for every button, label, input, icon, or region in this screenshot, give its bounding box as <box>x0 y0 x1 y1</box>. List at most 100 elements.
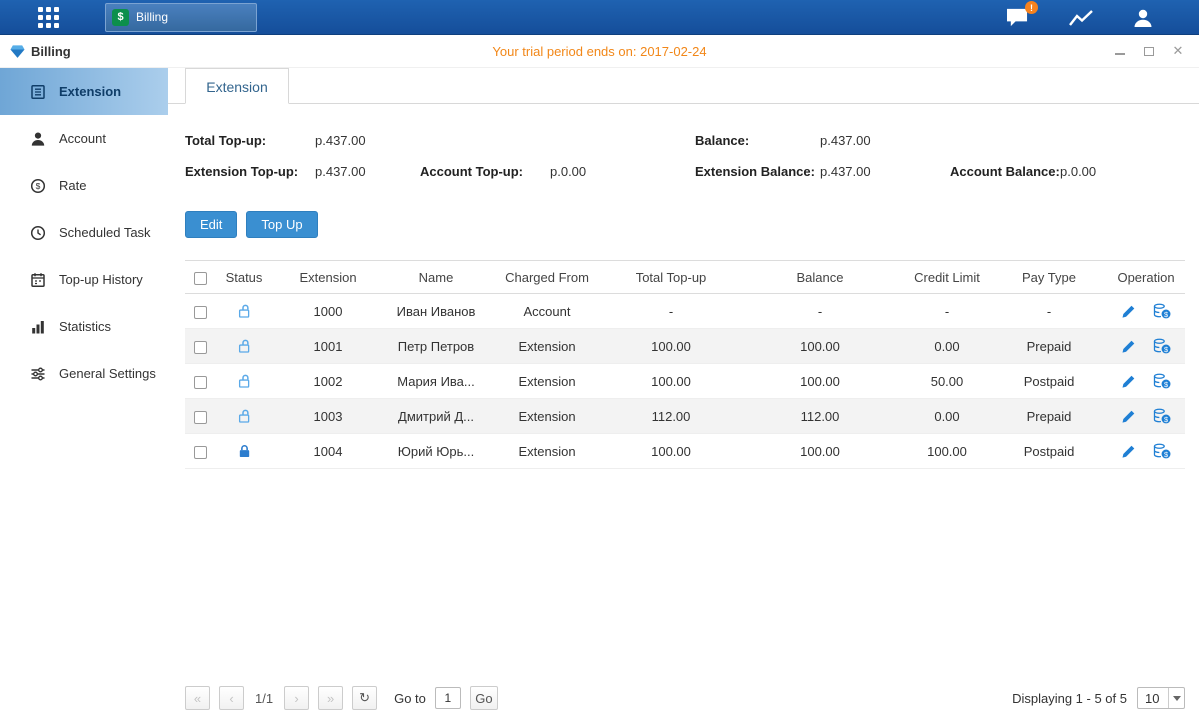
column-header-charged-from: Charged From <box>489 261 605 294</box>
balance-value: p.437.00 <box>820 133 871 148</box>
refresh-icon[interactable]: ↻ <box>352 686 377 710</box>
pay-type-cell: - <box>991 294 1107 329</box>
dollar-icon: $ <box>112 9 129 26</box>
sidebar-item-scheduled-task[interactable]: Scheduled Task <box>0 209 168 256</box>
topup-icon[interactable]: $ <box>1153 373 1171 389</box>
charged-from-cell: Account <box>489 294 605 329</box>
page-size-select[interactable]: 10 <box>1137 687 1185 709</box>
extension-topup-label: Extension Top-up: <box>185 164 315 179</box>
goto-label: Go to <box>394 691 426 706</box>
select-all-checkbox[interactable] <box>194 272 207 285</box>
extension-topup-value: p.437.00 <box>315 164 366 179</box>
goto-page-input[interactable] <box>435 687 461 709</box>
account-topup-value: p.0.00 <box>550 164 586 179</box>
top-up-button[interactable]: Top Up <box>246 211 317 238</box>
lock-open-icon <box>237 303 252 319</box>
name-cell: Иван Иванов <box>383 294 489 329</box>
pay-type-cell: Postpaid <box>991 364 1107 399</box>
credit-limit-cell: 100.00 <box>903 434 991 469</box>
charged-from-cell: Extension <box>489 434 605 469</box>
minimize-button[interactable] <box>1113 44 1127 58</box>
clock-icon <box>30 225 46 241</box>
sidebar-item-topup-history[interactable]: Top-up History <box>0 256 168 303</box>
row-select-checkbox[interactable] <box>194 306 207 319</box>
go-button[interactable]: Go <box>470 686 498 710</box>
extension-icon <box>30 84 46 100</box>
charged-from-cell: Extension <box>489 364 605 399</box>
action-buttons: Edit Top Up <box>168 187 1199 238</box>
edit-icon[interactable] <box>1121 409 1136 424</box>
edit-icon[interactable] <box>1121 374 1136 389</box>
sidebar-item-label: Top-up History <box>59 272 143 287</box>
account-icon <box>30 131 46 147</box>
last-page-button[interactable]: » <box>318 686 343 710</box>
sidebar-item-label: Extension <box>59 84 121 99</box>
next-page-button[interactable]: › <box>284 686 309 710</box>
sidebar-item-statistics[interactable]: Statistics <box>0 303 168 350</box>
extension-balance-label: Extension Balance: <box>695 164 820 179</box>
close-icon[interactable]: ✕ <box>1171 44 1185 58</box>
topup-icon[interactable]: $ <box>1153 408 1171 424</box>
chat-icon[interactable]: ! <box>1005 7 1030 28</box>
extension-cell: 1000 <box>273 294 383 329</box>
pay-type-cell: Prepaid <box>991 399 1107 434</box>
svg-text:$: $ <box>36 181 41 191</box>
topup-icon[interactable]: $ <box>1153 338 1171 354</box>
chevron-down-icon <box>1168 688 1184 708</box>
first-page-button[interactable]: « <box>185 686 210 710</box>
row-select-checkbox[interactable] <box>194 341 207 354</box>
edit-icon[interactable] <box>1121 339 1136 354</box>
page-size-value: 10 <box>1138 691 1168 706</box>
topup-icon[interactable]: $ <box>1153 443 1171 459</box>
total-topup-label: Total Top-up: <box>185 133 315 148</box>
edit-icon[interactable] <box>1121 304 1136 319</box>
sidebar-item-general-settings[interactable]: General Settings <box>0 350 168 397</box>
sliders-icon <box>30 366 46 382</box>
credit-limit-cell: - <box>903 294 991 329</box>
sidebar-item-extension[interactable]: Extension <box>0 68 168 115</box>
pagination-bar: « ‹ 1/1 › » ↻ Go to Go Displaying 1 - 5 … <box>185 683 1185 713</box>
table-row: 1002 Мария Ива... Extension 100.00 100.0… <box>185 364 1185 399</box>
displaying-text: Displaying 1 - 5 of 5 <box>1012 691 1127 706</box>
balance-cell: 100.00 <box>737 329 903 364</box>
maximize-button[interactable] <box>1142 44 1156 58</box>
row-select-checkbox[interactable] <box>194 411 207 424</box>
topup-icon[interactable]: $ <box>1153 303 1171 319</box>
svg-text:$: $ <box>1164 450 1168 459</box>
sidebar-item-rate[interactable]: $ Rate <box>0 162 168 209</box>
table-row: 1001 Петр Петров Extension 100.00 100.00… <box>185 329 1185 364</box>
prev-page-button[interactable]: ‹ <box>219 686 244 710</box>
trial-notice: Your trial period ends on: 2017-02-24 <box>492 44 706 59</box>
tab-bar: Extension <box>168 68 1199 104</box>
column-header-operation: Operation <box>1107 261 1185 294</box>
svg-text:$: $ <box>1164 415 1168 424</box>
lock-open-icon <box>237 338 252 354</box>
extension-cell: 1003 <box>273 399 383 434</box>
sidebar-item-label: Rate <box>59 178 86 193</box>
column-header-balance: Balance <box>737 261 903 294</box>
row-select-checkbox[interactable] <box>194 376 207 389</box>
user-icon[interactable] <box>1132 7 1154 29</box>
account-balance-value: p.0.00 <box>1060 164 1096 179</box>
total-topup-cell: 100.00 <box>605 329 737 364</box>
chart-icon[interactable] <box>1068 8 1094 28</box>
name-cell: Петр Петров <box>383 329 489 364</box>
extensions-table: Status Extension Name Charged From Total… <box>185 260 1185 469</box>
credit-limit-cell: 0.00 <box>903 329 991 364</box>
edit-icon[interactable] <box>1121 444 1136 459</box>
total-topup-cell: 100.00 <box>605 364 737 399</box>
edit-button[interactable]: Edit <box>185 211 237 238</box>
balance-cell: 100.00 <box>737 364 903 399</box>
bar-chart-icon <box>30 319 46 335</box>
apps-grid-icon[interactable] <box>38 7 59 28</box>
app-title: Billing <box>10 44 71 59</box>
table-row: 1004 Юрий Юрь... Extension 100.00 100.00… <box>185 434 1185 469</box>
name-cell: Дмитрий Д... <box>383 399 489 434</box>
taskbar-item-billing[interactable]: $ Billing <box>105 3 257 32</box>
pay-type-cell: Prepaid <box>991 329 1107 364</box>
sidebar-item-account[interactable]: Account <box>0 115 168 162</box>
row-select-checkbox[interactable] <box>194 446 207 459</box>
column-header-extension: Extension <box>273 261 383 294</box>
tab-extension[interactable]: Extension <box>185 68 289 104</box>
total-topup-value: p.437.00 <box>315 133 366 148</box>
